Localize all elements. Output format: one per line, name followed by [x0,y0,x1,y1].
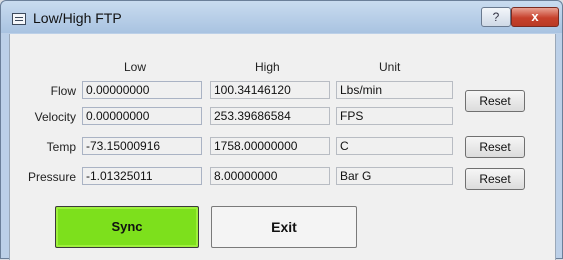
row-label-flow: Flow [50,84,76,98]
velocity-unit-field[interactable]: FPS [336,107,453,125]
title-bar[interactable]: Low/High FTP ? x [1,1,562,33]
row-label-temp: Temp [46,140,76,154]
ftp-window: Low/High FTP ? x Low High Unit Flow 0.00… [0,0,563,260]
reset-temp-button[interactable]: Reset [465,136,525,158]
column-header-unit: Unit [379,60,401,74]
window-title: Low/High FTP [33,10,122,26]
reset-flow-velocity-button[interactable]: Reset [465,90,525,112]
sync-button[interactable]: Sync [55,206,199,248]
column-header-high: High [255,60,280,74]
velocity-high-field[interactable]: 253.39686584 [210,107,330,125]
flow-unit-field[interactable]: Lbs/min [336,81,453,99]
help-icon: ? [492,10,500,24]
close-icon: x [531,9,539,24]
app-window-icon [12,13,26,25]
temp-low-field[interactable]: -73.15000916 [82,137,202,155]
pressure-high-field[interactable]: 8.00000000 [210,167,330,185]
row-label-velocity: Velocity [34,110,76,124]
help-button[interactable]: ? [481,7,511,27]
reset-pressure-button[interactable]: Reset [465,168,525,190]
row-label-pressure: Pressure [27,170,76,184]
pressure-unit-field[interactable]: Bar G [336,167,453,185]
pressure-low-field[interactable]: -1.01325011 [82,167,202,185]
exit-button[interactable]: Exit [211,206,357,248]
temp-high-field[interactable]: 1758.00000000 [210,137,330,155]
close-button[interactable]: x [511,7,559,27]
dialog-body: Low High Unit Flow 0.00000000 100.341461… [9,34,556,260]
velocity-low-field[interactable]: 0.00000000 [82,107,202,125]
column-header-low: Low [124,60,147,74]
temp-unit-field[interactable]: C [336,137,453,155]
flow-high-field[interactable]: 100.34146120 [210,81,330,99]
flow-low-field[interactable]: 0.00000000 [82,81,202,99]
